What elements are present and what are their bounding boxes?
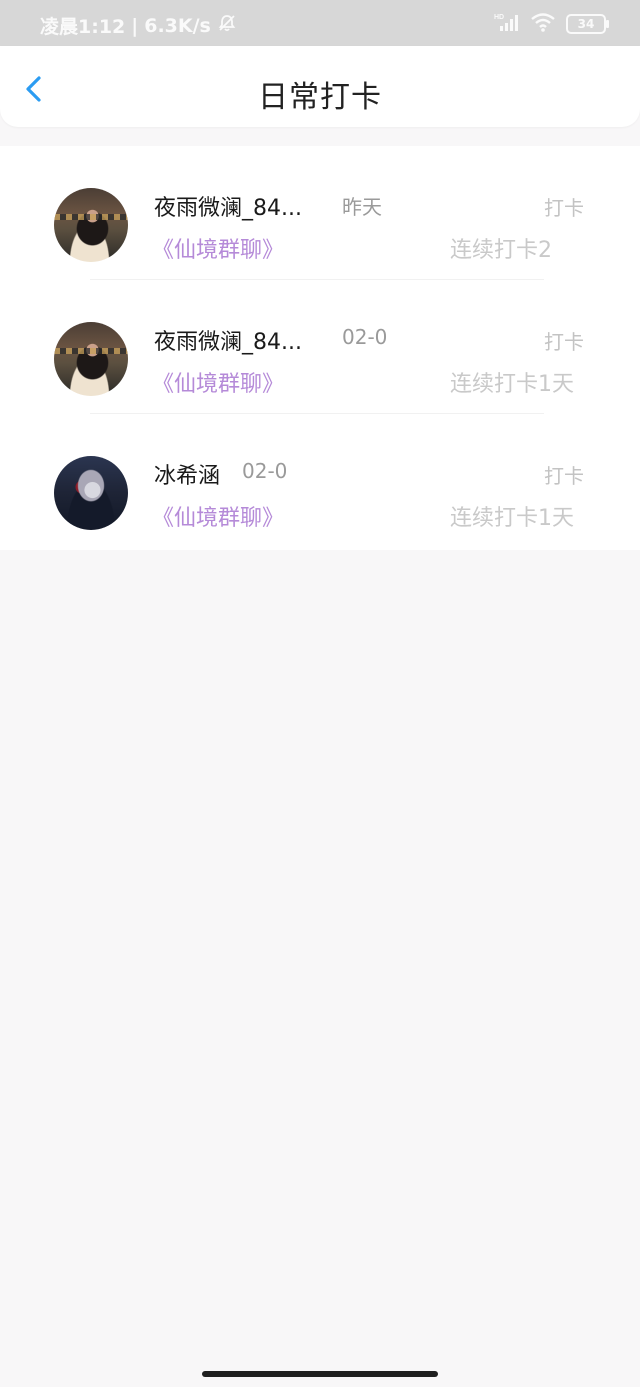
bell-off-icon [217,13,237,38]
checkin-date: 02-0 [342,325,388,349]
status-left: 凌晨1:12 | 6.3K/s [40,12,237,39]
user-name: 夜雨微澜_84... [154,330,302,355]
checkin-date: 02-0 [242,459,288,483]
page-title: 日常打卡 [258,80,382,115]
status-time: 凌晨1:12 [40,16,126,38]
wifi-icon [530,12,556,36]
streak-text: 连续打卡1天 [450,506,574,531]
avatar[interactable] [54,188,128,262]
streak-text: 连续打卡2 [450,238,552,263]
avatar[interactable] [54,456,128,530]
user-name: 夜雨微澜_84... [154,196,302,221]
list-item[interactable]: 冰希涵 02-0 《仙境群聊》 打卡 连续打卡1天 [0,414,640,548]
status-separator: | [131,14,139,37]
checkin-list: 夜雨微澜_84... 昨天 《仙境群聊》 打卡 连续打卡2 夜雨微澜_84...… [0,146,640,550]
checkin-date: 昨天 [342,195,382,219]
list-item[interactable]: 夜雨微澜_84... 02-0 《仙境群聊》 打卡 连续打卡1天 [0,280,640,414]
battery-level: 34 [577,17,595,31]
group-name[interactable]: 《仙境群聊》 [152,366,284,398]
group-name[interactable]: 《仙境群聊》 [152,500,284,532]
hd-signal-icon: HD [494,12,520,36]
user-name: 冰希涵 [154,464,221,489]
group-name[interactable]: 《仙境群聊》 [152,232,284,264]
list-item[interactable]: 夜雨微澜_84... 昨天 《仙境群聊》 打卡 连续打卡2 [0,146,640,280]
battery-icon: 34 [566,14,609,34]
status-bar: 凌晨1:12 | 6.3K/s HD 34 [0,0,640,46]
checkin-label: 打卡 [544,464,584,488]
status-right: HD 34 [494,12,609,36]
status-speed: 6.3K/s [144,14,211,37]
checkin-label: 打卡 [544,330,584,354]
avatar[interactable] [54,322,128,396]
streak-text: 连续打卡1天 [450,372,574,397]
checkin-label: 打卡 [544,196,584,220]
home-indicator[interactable] [202,1371,438,1377]
svg-text:HD: HD [494,14,504,21]
header: 日常打卡 [0,46,640,127]
